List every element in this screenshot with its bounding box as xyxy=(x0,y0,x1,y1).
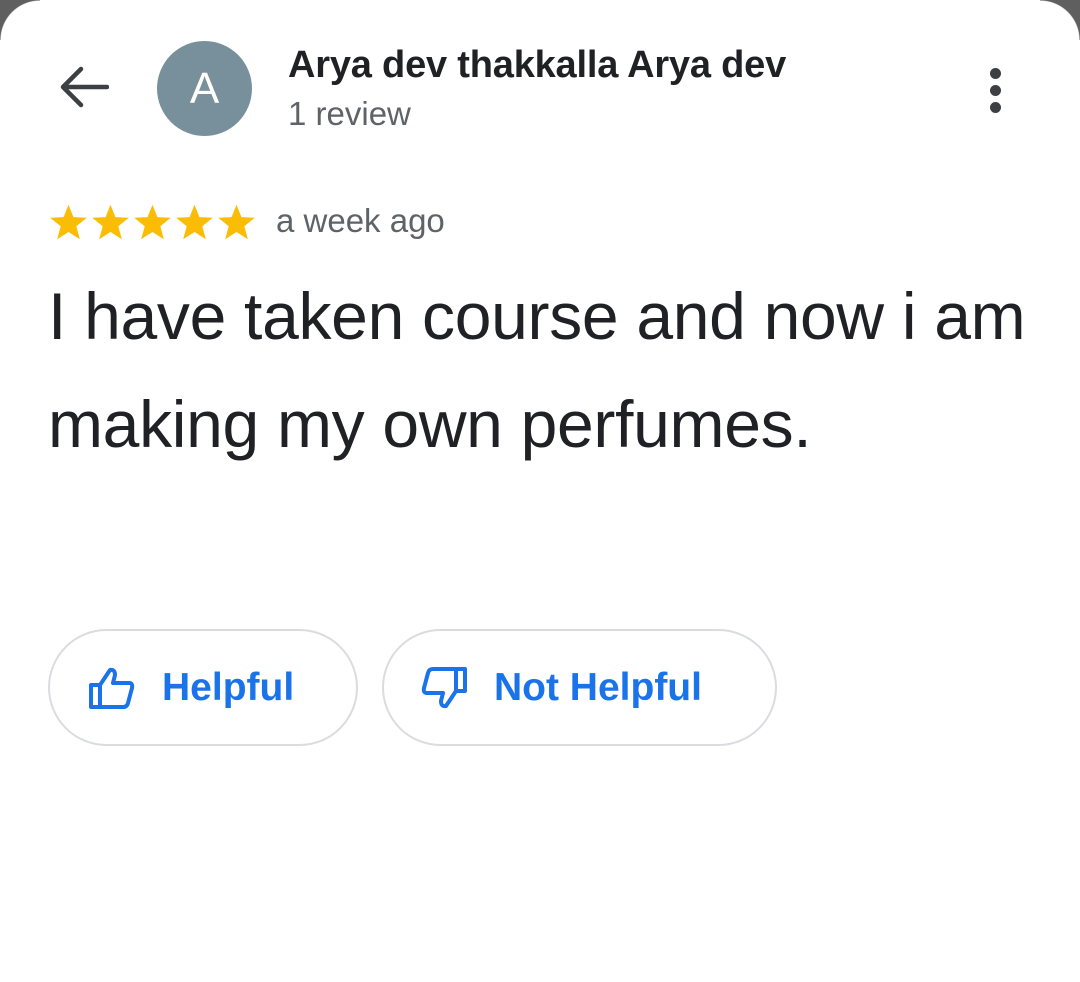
back-button[interactable] xyxy=(50,56,116,122)
star-rating xyxy=(48,203,257,242)
more-vert-icon xyxy=(989,67,1001,79)
star-icon xyxy=(50,204,87,240)
review-date: a week ago xyxy=(276,202,445,239)
review-detail-screen: A Arya dev thakkalla Arya dev 1 review a… xyxy=(0,0,1080,982)
window-corner-right xyxy=(1040,0,1080,40)
stars xyxy=(48,203,257,242)
star-icon xyxy=(218,204,255,240)
thumbs-down-icon xyxy=(420,666,468,710)
more-vert-icon-dot xyxy=(989,101,1001,113)
star-icon xyxy=(134,204,171,240)
star-icon xyxy=(176,204,213,240)
thumbs-up-icon xyxy=(88,666,136,710)
more-vert-icon-dot xyxy=(989,84,1001,96)
author-review-count: 1 review xyxy=(288,95,411,132)
helpful-label: Helpful xyxy=(162,665,295,709)
avatar[interactable]: A xyxy=(157,41,252,136)
window-corner-left xyxy=(0,0,40,40)
author-name[interactable]: Arya dev thakkalla Arya dev xyxy=(288,44,786,87)
arrow-back-icon xyxy=(57,65,110,114)
not-helpful-button[interactable]: Not Helpful xyxy=(382,629,777,746)
star-icon xyxy=(92,204,129,240)
not-helpful-label: Not Helpful xyxy=(494,665,702,709)
more-options-button[interactable] xyxy=(966,58,1024,122)
helpful-button[interactable]: Helpful xyxy=(48,629,358,746)
avatar-letter: A xyxy=(189,63,220,113)
review-text: I have taken course and now i am making … xyxy=(48,279,1026,461)
